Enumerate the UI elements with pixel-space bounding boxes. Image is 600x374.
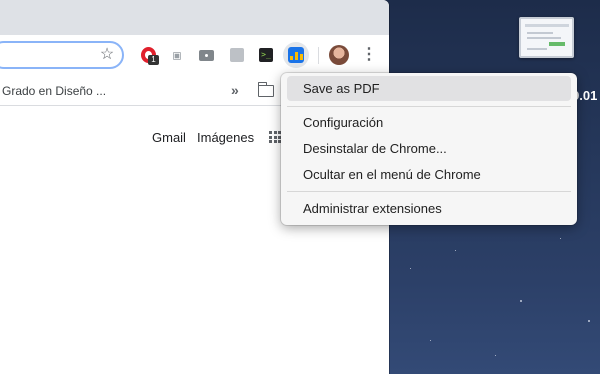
gmail-link[interactable]: Gmail bbox=[152, 130, 186, 145]
star-speck bbox=[495, 355, 496, 356]
menu-item-save-as-pdf[interactable]: Save as PDF bbox=[287, 76, 571, 101]
chart-extension-icon[interactable] bbox=[283, 42, 309, 68]
folder-icon[interactable] bbox=[257, 82, 274, 97]
menu-separator bbox=[287, 106, 571, 107]
terminal-extension-icon[interactable]: >_ bbox=[257, 46, 275, 64]
bookmark-item[interactable]: Grado en Diseño ... bbox=[2, 84, 106, 98]
desktop-screenshot-thumbnail[interactable] bbox=[519, 17, 574, 58]
star-speck bbox=[455, 250, 456, 251]
menu-item-configuracion[interactable]: Configuración bbox=[287, 110, 571, 135]
camera-icon[interactable] bbox=[197, 46, 215, 64]
kebab-menu-icon[interactable]: ⋮ bbox=[360, 45, 378, 65]
menu-item-administrar-extensiones[interactable]: Administrar extensiones bbox=[287, 196, 571, 221]
tag-icon[interactable]: ◈ bbox=[163, 42, 188, 67]
star-speck bbox=[410, 268, 411, 269]
menu-item-ocultar[interactable]: Ocultar en el menú de Chrome bbox=[287, 162, 571, 187]
avatar[interactable] bbox=[329, 45, 349, 65]
star-speck bbox=[588, 320, 590, 322]
opera-icon[interactable]: 1 bbox=[139, 46, 159, 65]
browser-toolbar: ☆ 1 ◈ >_ ⋮ bbox=[0, 35, 389, 76]
grayscale-extension-icon[interactable] bbox=[228, 46, 246, 64]
extension-badge: 1 bbox=[148, 55, 159, 65]
apps-grid-icon[interactable] bbox=[269, 131, 281, 143]
menu-item-desinstalar[interactable]: Desinstalar de Chrome... bbox=[287, 136, 571, 161]
star-speck bbox=[430, 340, 431, 341]
menu-separator bbox=[287, 191, 571, 192]
star-icon[interactable]: ☆ bbox=[98, 46, 116, 64]
star-speck bbox=[560, 238, 561, 239]
star-speck bbox=[520, 300, 522, 302]
toolbar-divider bbox=[318, 47, 319, 64]
tab-strip bbox=[0, 0, 389, 35]
images-link[interactable]: Imágenes bbox=[197, 130, 254, 145]
bookmarks-overflow-button[interactable]: » bbox=[231, 82, 239, 98]
extension-context-menu: Save as PDF Configuración Desinstalar de… bbox=[281, 73, 577, 225]
